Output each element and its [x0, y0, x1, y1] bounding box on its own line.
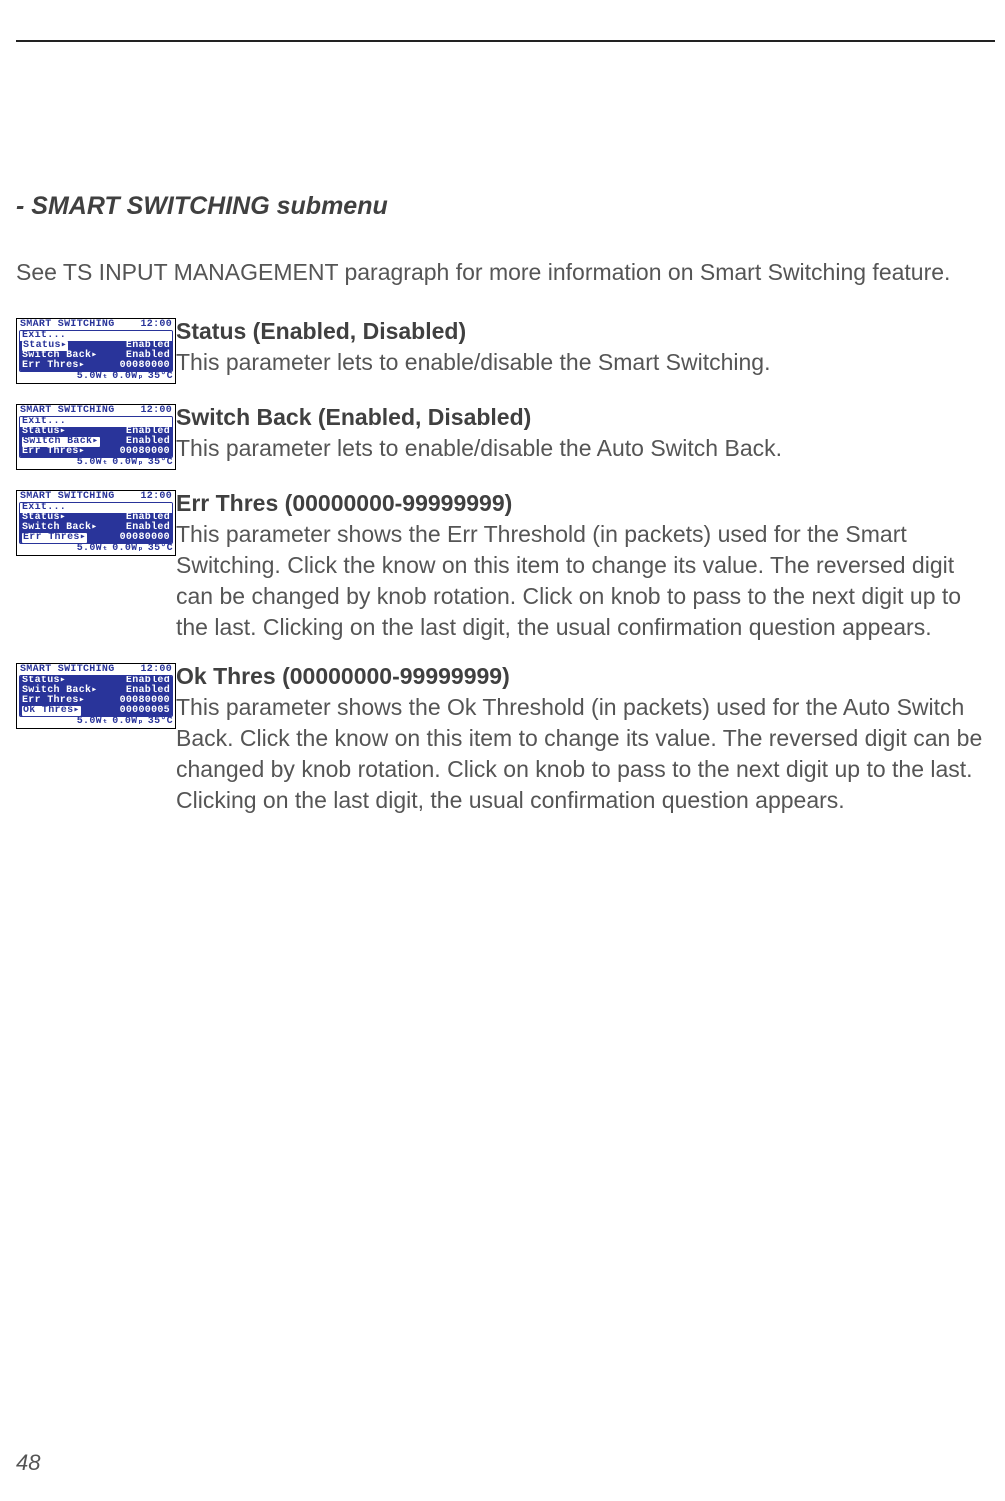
lcd-footer-c: 35°C	[148, 717, 173, 727]
lcd-header-title: SMART SWITCHING	[20, 406, 115, 416]
lcd-footer-c: 35°C	[148, 458, 173, 468]
lcd-menu: Exit... Status▸Enabled Switch Back▸Enabl…	[19, 330, 173, 372]
lcd-screenshot: SMART SWITCHING 12:00 Exit... Status▸Ena…	[16, 318, 176, 384]
top-rule	[16, 40, 995, 42]
lcd-screenshot: SMART SWITCHING 12:00 Exit... Status▸Ena…	[16, 404, 176, 470]
param-row: SMART SWITCHING 12:00 Exit... Status▸Ena…	[16, 402, 995, 470]
lcd-header: SMART SWITCHING 12:00	[17, 405, 175, 416]
lcd-footer: 5.0Wₜ 0.0Wₚ 35°C	[17, 458, 175, 469]
param-heading: Err Thres (00000000-99999999)	[176, 488, 995, 519]
lcd-header: SMART SWITCHING 12:00	[17, 319, 175, 330]
param-body: This parameter lets to enable/disable th…	[176, 347, 995, 378]
param-row: SMART SWITCHING 12:00 Status▸Enabled Swi…	[16, 661, 995, 816]
lcd-header: SMART SWITCHING 12:00	[17, 491, 175, 502]
lcd-footer-b: 0.0Wₚ	[112, 717, 144, 727]
lcd-footer-b: 0.0Wₚ	[112, 458, 144, 468]
lcd-row-label: Err Thres▸	[22, 447, 85, 457]
param-row: SMART SWITCHING 12:00 Exit... Status▸Ena…	[16, 316, 995, 384]
section-title: - SMART SWITCHING submenu	[16, 192, 995, 221]
param-body: This parameter shows the Err Threshold (…	[176, 519, 995, 643]
lcd-footer-b: 0.0Wₚ	[112, 544, 144, 554]
lcd-footer: 5.0Wₜ 0.0Wₚ 35°C	[17, 717, 175, 728]
lcd-footer-a: 5.0Wₜ	[77, 544, 109, 554]
lcd-row-value: 00080000	[120, 447, 170, 457]
lcd-screenshot: SMART SWITCHING 12:00 Status▸Enabled Swi…	[16, 663, 176, 729]
lcd-row-value: 00080000	[120, 533, 170, 543]
lcd-footer-c: 35°C	[148, 372, 173, 382]
lcd-screenshot: SMART SWITCHING 12:00 Exit... Status▸Ena…	[16, 490, 176, 556]
param-row: SMART SWITCHING 12:00 Exit... Status▸Ena…	[16, 488, 995, 643]
lcd-col: SMART SWITCHING 12:00 Exit... Status▸Ena…	[16, 402, 176, 470]
lcd-header-title: SMART SWITCHING	[20, 665, 115, 675]
lcd-menu: Exit... Status▸Enabled Switch Back▸Enabl…	[19, 502, 173, 544]
lcd-footer: 5.0Wₜ 0.0Wₚ 35°C	[17, 544, 175, 555]
param-text: Ok Thres (00000000-99999999) This parame…	[176, 661, 995, 816]
lcd-row-label: Err Thres▸	[22, 361, 85, 371]
lcd-row-value: 00000005	[120, 706, 170, 716]
lcd-header: SMART SWITCHING 12:00	[17, 664, 175, 675]
lcd-header-time: 12:00	[140, 406, 172, 416]
lcd-header-time: 12:00	[140, 492, 172, 502]
lcd-footer-b: 0.0Wₚ	[112, 372, 144, 382]
lcd-footer-a: 5.0Wₜ	[77, 458, 109, 468]
lcd-row-value: 00080000	[120, 361, 170, 371]
param-heading: Ok Thres (00000000-99999999)	[176, 661, 995, 692]
lcd-col: SMART SWITCHING 12:00 Status▸Enabled Swi…	[16, 661, 176, 729]
lcd-row: Err Thres▸ 00080000	[20, 533, 172, 543]
lcd-col: SMART SWITCHING 12:00 Exit... Status▸Ena…	[16, 488, 176, 556]
lcd-footer: 5.0Wₜ 0.0Wₚ 35°C	[17, 372, 175, 383]
lcd-row-label: Err Thres▸	[22, 533, 87, 543]
intro-text: See TS INPUT MANAGEMENT paragraph for mo…	[16, 259, 995, 286]
lcd-footer-a: 5.0Wₜ	[77, 717, 109, 727]
param-heading: Status (Enabled, Disabled)	[176, 316, 995, 347]
param-body: This parameter lets to enable/disable th…	[176, 433, 995, 464]
lcd-col: SMART SWITCHING 12:00 Exit... Status▸Ena…	[16, 316, 176, 384]
param-text: Switch Back (Enabled, Disabled) This par…	[176, 402, 995, 464]
lcd-row: Err Thres▸ 00080000	[20, 447, 172, 457]
page-number: 48	[16, 1450, 40, 1476]
lcd-row-label: Ok Thres▸	[22, 706, 81, 716]
lcd-header-title: SMART SWITCHING	[20, 320, 115, 330]
param-text: Status (Enabled, Disabled) This paramete…	[176, 316, 995, 378]
param-body: This parameter shows the Ok Threshold (i…	[176, 692, 995, 816]
lcd-menu: Exit... Status▸Enabled Switch Back▸Enabl…	[19, 416, 173, 458]
lcd-header-title: SMART SWITCHING	[20, 492, 115, 502]
param-heading: Switch Back (Enabled, Disabled)	[176, 402, 995, 433]
document-page: - SMART SWITCHING submenu See TS INPUT M…	[0, 0, 1005, 1501]
lcd-header-time: 12:00	[140, 320, 172, 330]
lcd-footer-a: 5.0Wₜ	[77, 372, 109, 382]
lcd-row: Err Thres▸ 00080000	[20, 361, 172, 371]
lcd-header-time: 12:00	[140, 665, 172, 675]
lcd-menu: Status▸Enabled Switch Back▸Enabled Err T…	[19, 675, 173, 717]
lcd-row: Ok Thres▸ 00000005	[20, 706, 172, 716]
lcd-footer-c: 35°C	[148, 544, 173, 554]
param-text: Err Thres (00000000-99999999) This param…	[176, 488, 995, 643]
